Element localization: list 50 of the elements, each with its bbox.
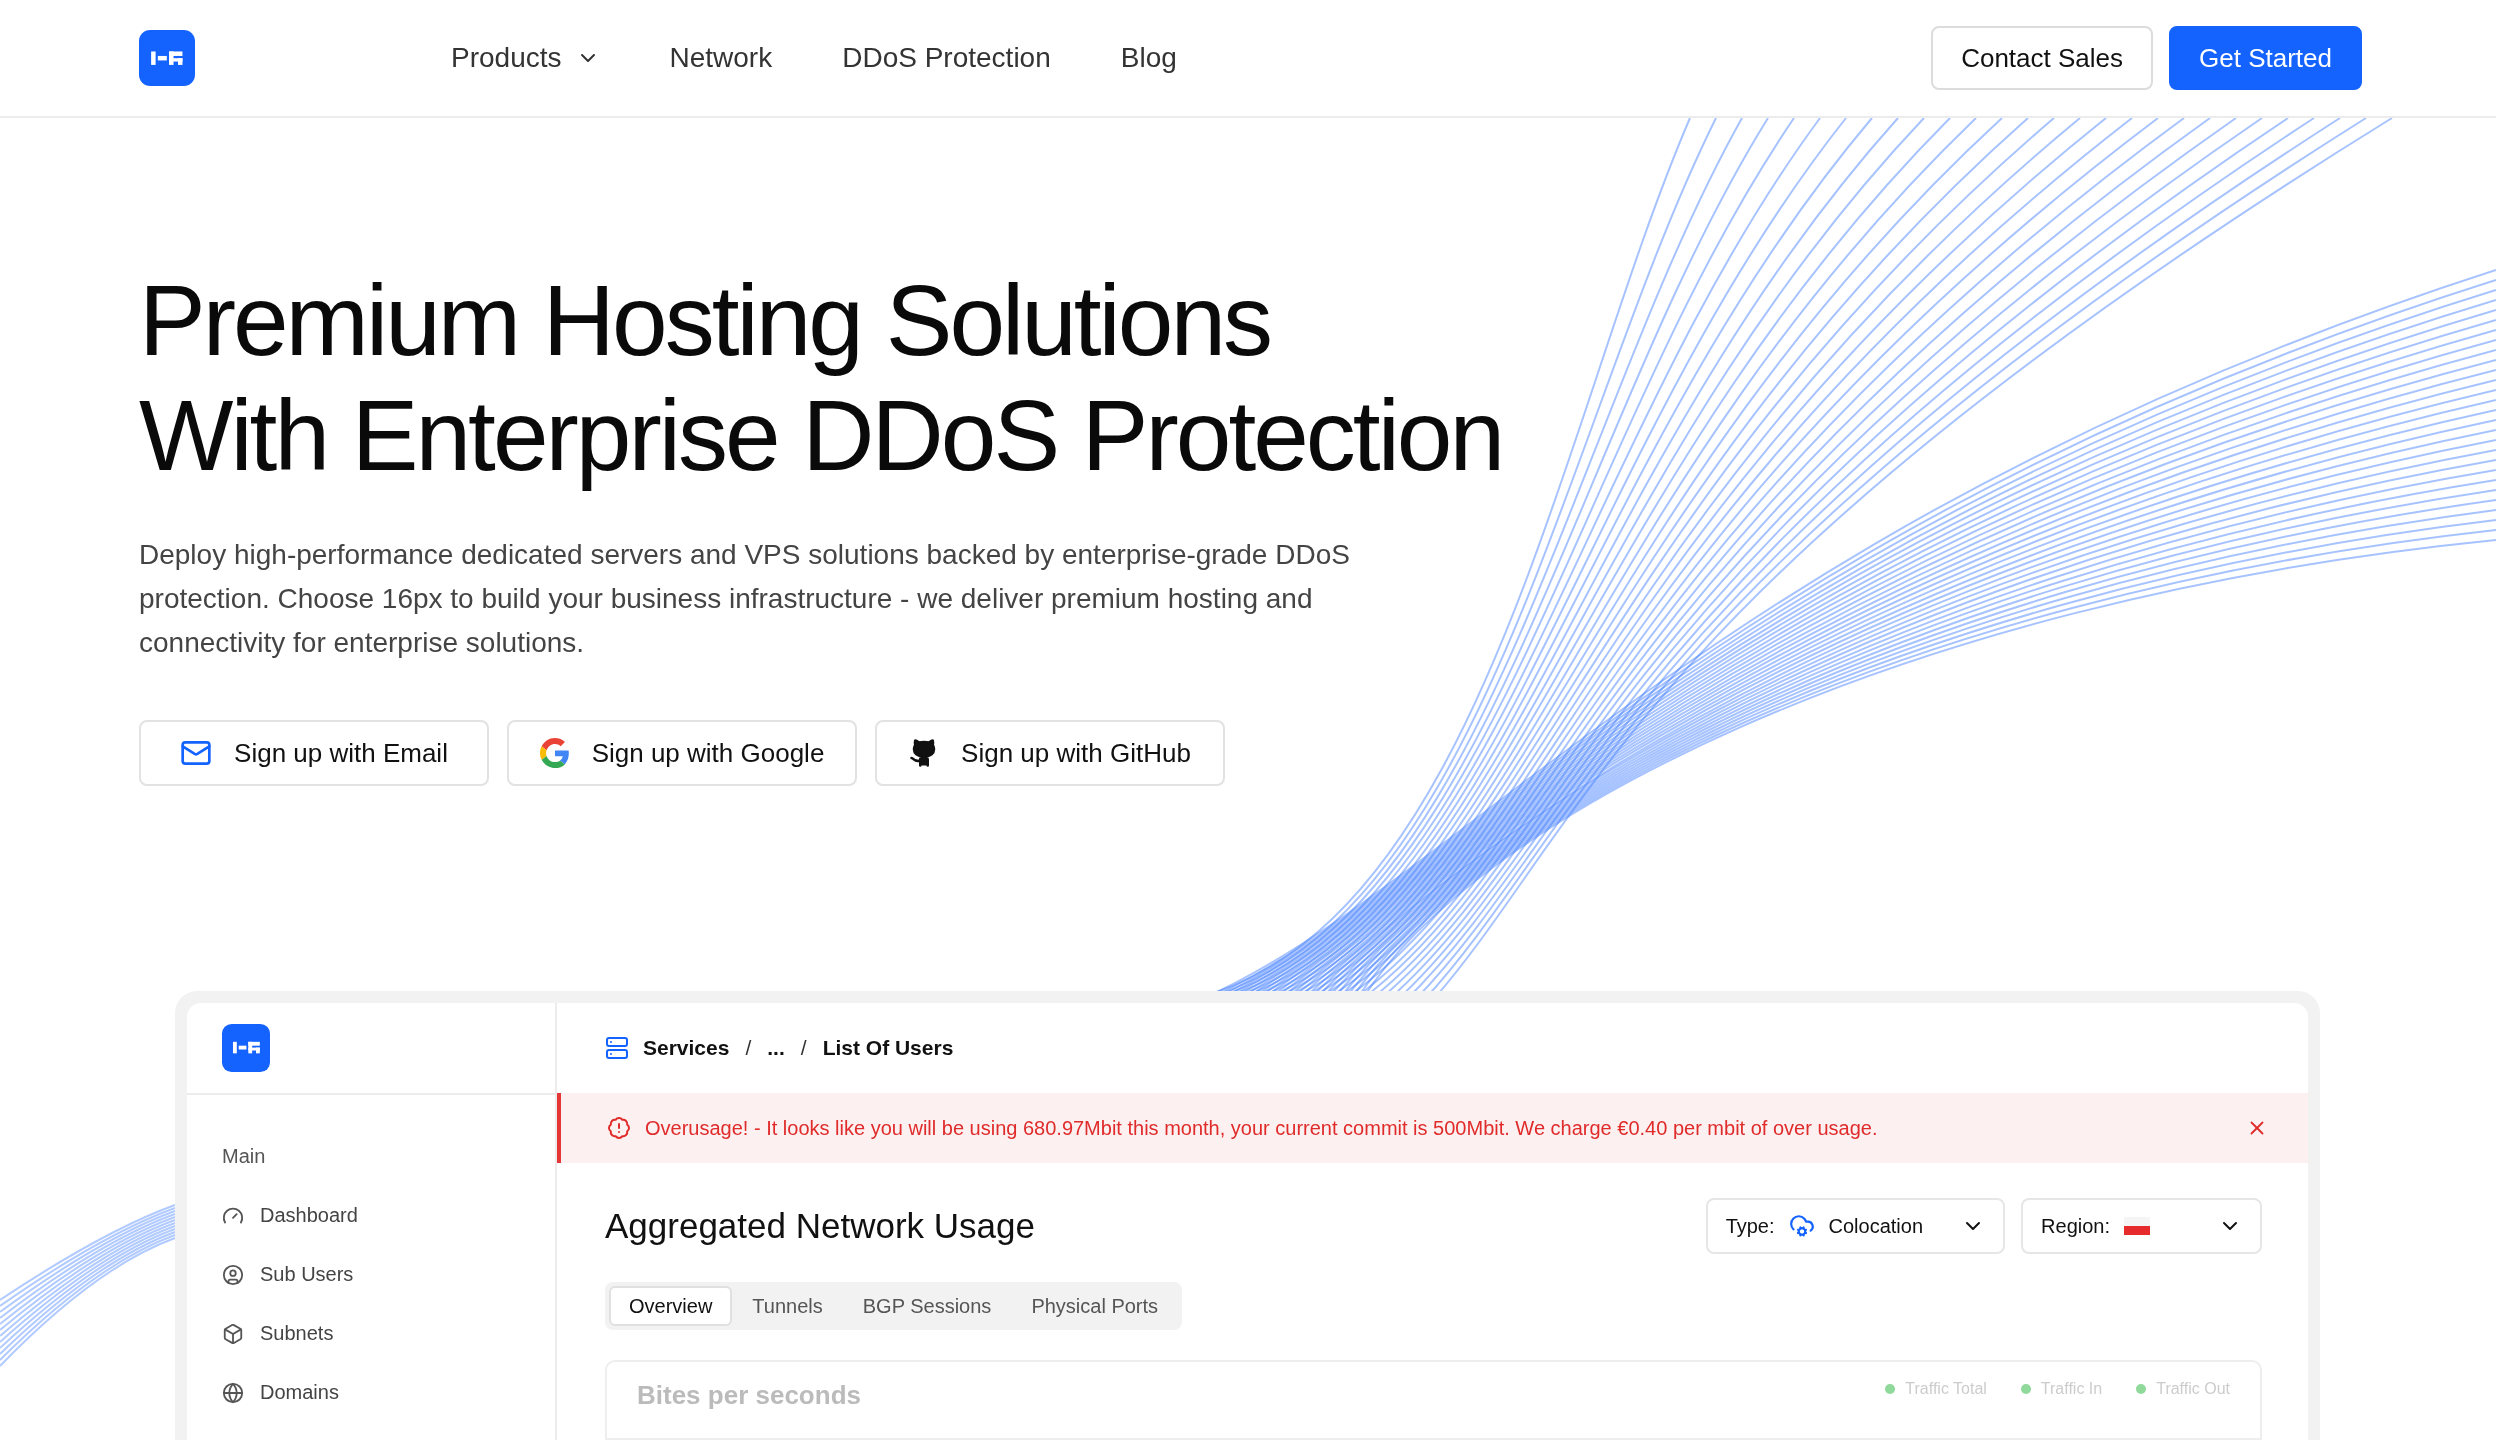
nav-link[interactable]: Network xyxy=(669,42,773,74)
globe-icon xyxy=(222,1381,244,1404)
hero-title: Premium Hosting Solutions With Enterprise DDoS Protection xyxy=(139,263,1504,493)
breadcrumb-link[interactable]: List Of Users xyxy=(822,1036,954,1060)
breadcrumb-separator: / xyxy=(800,1036,807,1060)
signup-button[interactable]: Sign up with Email xyxy=(139,720,489,786)
chart-title: Bites per seconds xyxy=(637,1380,862,1411)
tab[interactable]: Tunnels xyxy=(732,1286,843,1326)
hero-description: Deploy high-performance dedicated servers and VPS solutions backed by enterprise-grade DDoS protection. Choose 16px to build your business infrastructure - we deliver premium hosting and connectivity for enterprise solutions. xyxy=(139,538,1351,660)
user-icon xyxy=(222,1263,244,1286)
sidebar-item[interactable]: Subnets xyxy=(187,1304,555,1363)
breadcrumb-link[interactable]: ... xyxy=(767,1036,785,1060)
legend-dot xyxy=(2020,1384,2031,1394)
tab[interactable]: Overview xyxy=(609,1286,733,1326)
nav-link[interactable]: DDoS Protection xyxy=(842,42,1051,74)
get-started-button[interactable]: Get Started xyxy=(2169,26,2362,90)
sidebar-item[interactable]: Sub Users xyxy=(187,1245,555,1304)
select-label: Region: xyxy=(2041,1214,2110,1238)
tab[interactable]: BGP Sessions xyxy=(842,1286,1012,1326)
breadcrumb-separator: / xyxy=(745,1036,752,1060)
sidebar-item-label: Sub Users xyxy=(260,1263,354,1286)
legend-dot xyxy=(2136,1384,2147,1394)
sidebar-section-label: Main xyxy=(222,1145,267,1168)
sidebar-item-label: Dashboard xyxy=(260,1204,358,1227)
sidebar-item[interactable]: Domains xyxy=(187,1363,555,1422)
nav-link[interactable]: Blog xyxy=(1120,42,1177,74)
breadcrumb-link[interactable]: Services xyxy=(643,1036,730,1060)
cube-icon xyxy=(222,1322,244,1345)
logo-icon[interactable] xyxy=(139,30,195,86)
legend-dot xyxy=(1885,1384,1896,1394)
alert-text: Overusage! - It looks like you will be using 680.97Mbit this month, your current commit is 500Mbit. We charge €0.40 per mbit of over usage. xyxy=(645,1116,1879,1140)
logo-icon[interactable] xyxy=(222,1024,270,1072)
contact-button[interactable]: Contact Sales xyxy=(1931,26,2154,90)
flag-icon xyxy=(2124,1217,2150,1235)
google-g-icon xyxy=(539,738,570,768)
region-select[interactable]: Region: xyxy=(2021,1198,2262,1254)
signup-button[interactable]: Sign up with GitHub xyxy=(875,720,1225,786)
sidebar-item-label: Domains xyxy=(260,1381,339,1404)
nav-link[interactable]: Products xyxy=(451,42,600,74)
page-title: Aggregated Network Usage xyxy=(605,1206,1036,1246)
alert-icon xyxy=(607,1116,631,1140)
select-value: Colocation xyxy=(1828,1214,1924,1238)
server-icon xyxy=(605,1036,629,1060)
signup-button[interactable]: Sign up with Google xyxy=(507,720,857,786)
tab[interactable]: Physical Ports xyxy=(1011,1286,1179,1326)
sidebar-item-label: Subnets xyxy=(260,1322,334,1345)
server-cloud-icon xyxy=(1788,1213,1815,1239)
select-label: Type: xyxy=(1725,1214,1775,1238)
sidebar-item[interactable]: Dashboard xyxy=(187,1186,555,1245)
type-select[interactable]: Type: Colocation xyxy=(1705,1198,2006,1254)
